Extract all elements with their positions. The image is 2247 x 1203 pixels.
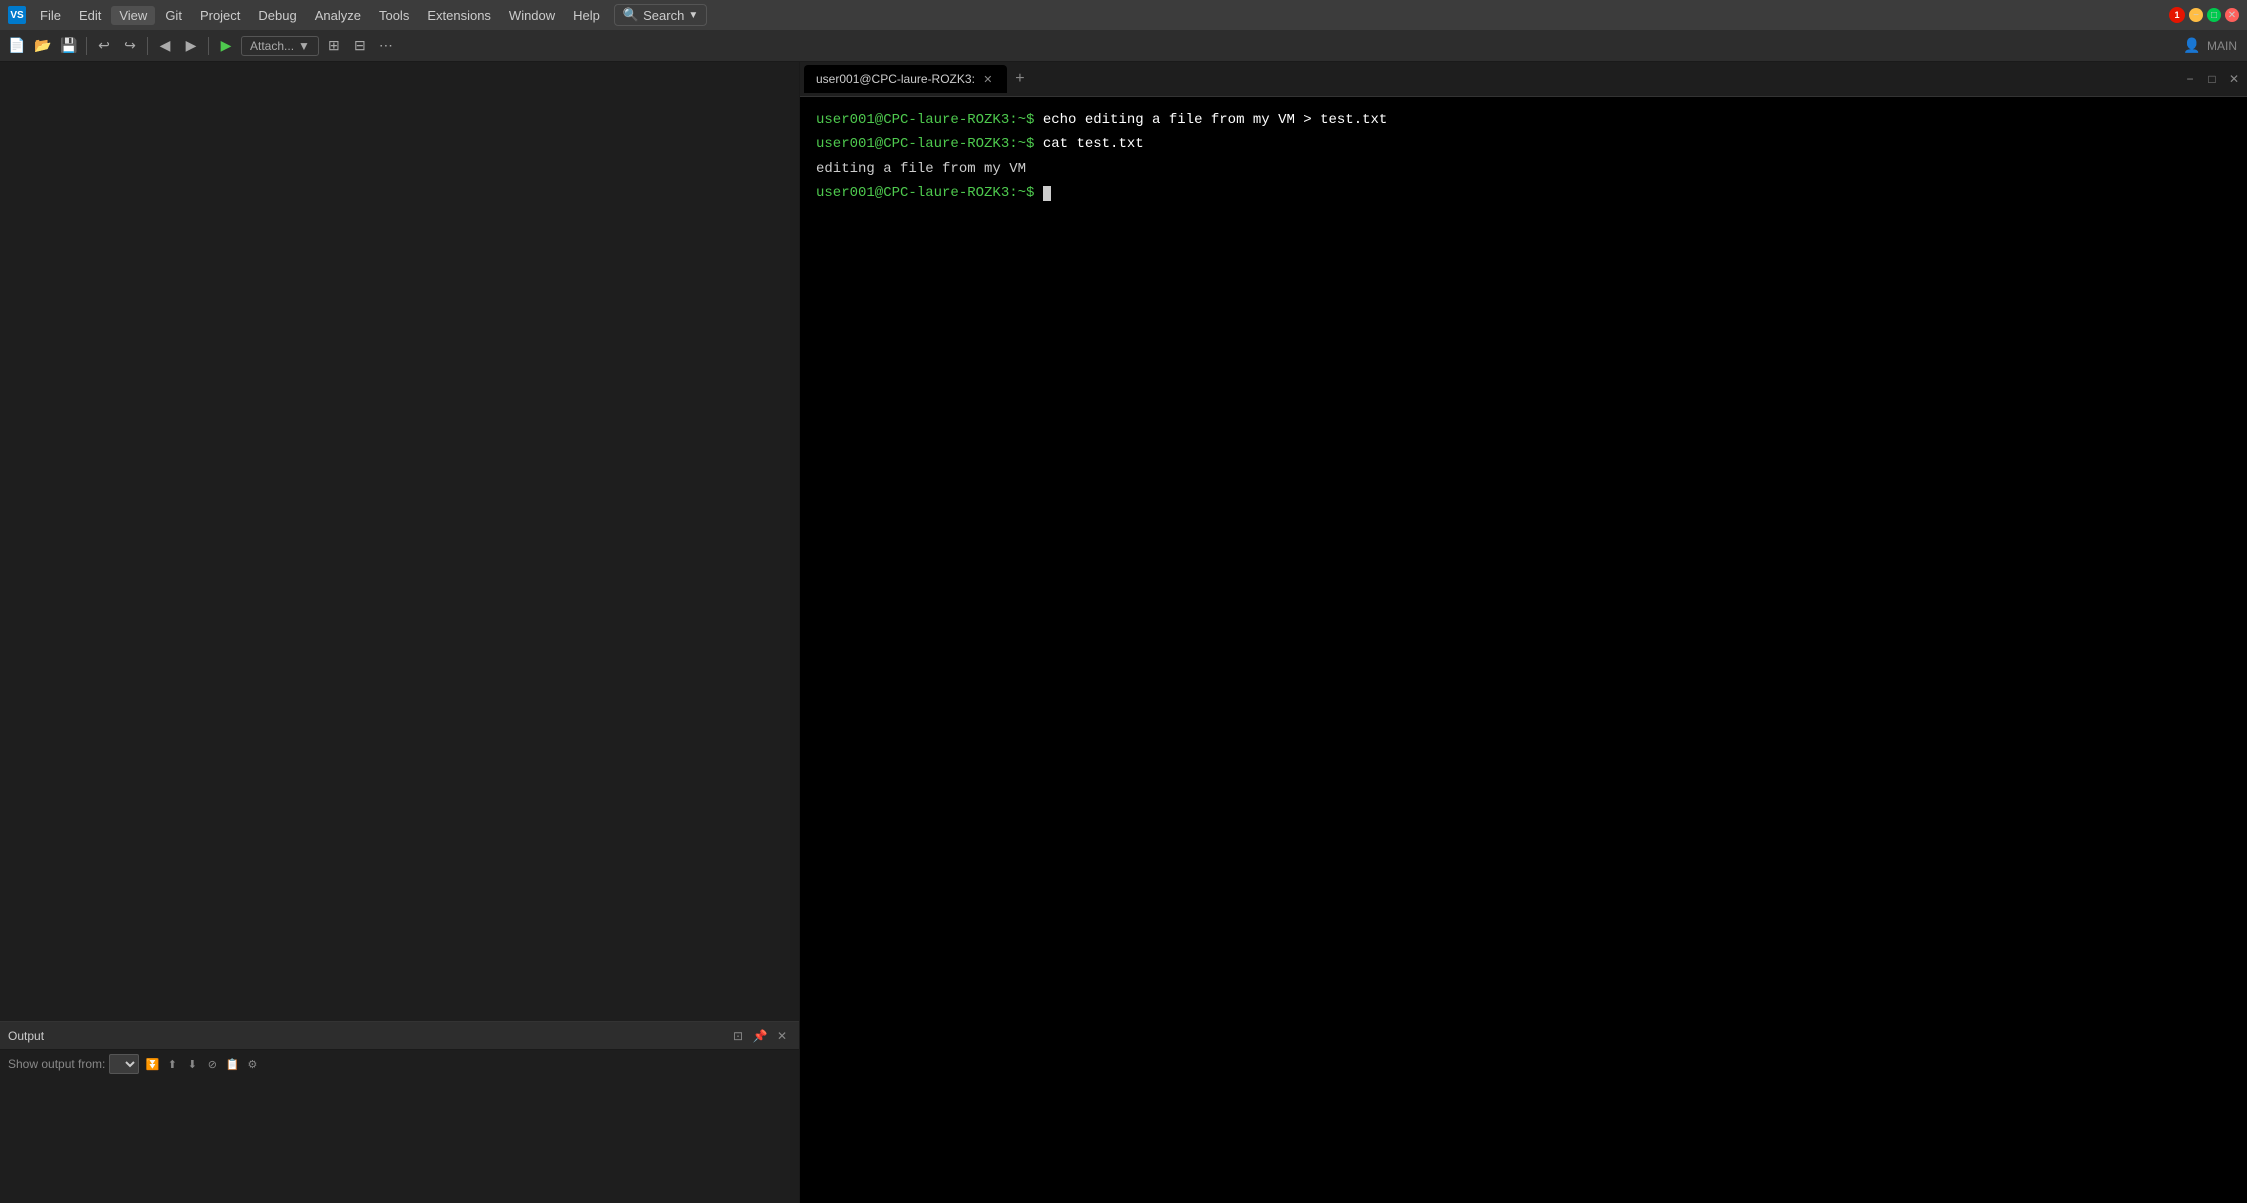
toolbar-sep-2	[147, 37, 148, 55]
notification-badge: 1	[2169, 7, 2185, 23]
terminal-command-1: echo editing a file from my VM > test.tx…	[1043, 112, 1387, 128]
terminal-restore-btn[interactable]: □	[2203, 70, 2221, 88]
show-output-from-label: Show output from:	[8, 1057, 105, 1071]
terminal-line-4: user001@CPC-laure-ROZK3:~$	[816, 182, 2231, 204]
output-float-btn[interactable]: ⊡	[729, 1027, 747, 1045]
toolbar-redo-btn[interactable]: ↪	[119, 35, 141, 57]
title-bar-left: VS File Edit View Git Project Debug Anal…	[8, 4, 707, 26]
toolbar: 📄 📂 💾 ↩ ↪ ◀ ▶ ▶ Attach... ▼ ⊞ ⊟ ⋯ 👤 MAIN	[0, 30, 2247, 62]
terminal-tab[interactable]: user001@CPC-laure-ROZK3: ✕	[804, 65, 1007, 93]
ide-panel: Output ⊡ 📌 ✕ Show output from: ⏬ ⬆ ⬇ ⊘ 📋	[0, 62, 800, 1203]
terminal-line-2: user001@CPC-laure-ROZK3:~$ cat test.txt	[816, 133, 2231, 155]
output-header: Output ⊡ 📌 ✕	[0, 1022, 799, 1050]
attach-label: Attach...	[250, 39, 294, 53]
toolbar-layout-btn[interactable]: ⊟	[349, 35, 371, 57]
ide-editor-area[interactable]	[0, 62, 799, 1021]
menu-debug[interactable]: Debug	[250, 6, 304, 25]
toolbar-undo-btn[interactable]: ↩	[93, 35, 115, 57]
menu-git[interactable]: Git	[157, 6, 190, 25]
output-scroll-end-btn[interactable]: ⏬	[143, 1055, 161, 1073]
toolbar-attach-btn[interactable]: Attach... ▼	[241, 36, 319, 56]
app-icon: VS	[8, 6, 26, 24]
output-title: Output	[8, 1029, 44, 1043]
terminal-prompt-4: user001@CPC-laure-ROZK3:~$	[816, 185, 1034, 201]
toolbar-user-icon[interactable]: 👤	[2181, 35, 2203, 57]
output-toolbar: ⊡ 📌 ✕	[729, 1027, 791, 1045]
search-label: Search	[643, 8, 684, 23]
toolbar-sep-3	[208, 37, 209, 55]
toolbar-sep-1	[86, 37, 87, 55]
search-dropdown-icon: ▼	[688, 10, 698, 21]
show-output-select[interactable]	[109, 1054, 139, 1074]
title-bar: VS File Edit View Git Project Debug Anal…	[0, 0, 2247, 30]
output-scroll-up-btn[interactable]: ⬆	[163, 1055, 181, 1073]
main-content: Output ⊡ 📌 ✕ Show output from: ⏬ ⬆ ⬇ ⊘ 📋	[0, 62, 2247, 1203]
window-minimize-btn[interactable]: −	[2189, 8, 2203, 22]
terminal-tab-label: user001@CPC-laure-ROZK3:	[816, 72, 975, 86]
terminal-tab-close-btn[interactable]: ✕	[981, 72, 995, 86]
terminal-close-btn[interactable]: ✕	[2225, 70, 2243, 88]
terminal-prompt-1: user001@CPC-laure-ROZK3:~$	[816, 112, 1034, 128]
terminal-tab-add-btn[interactable]: +	[1009, 68, 1031, 90]
toolbar-more-btn[interactable]: ⋯	[375, 35, 397, 57]
title-bar-right: 1 − □ ✕	[2169, 7, 2239, 23]
search-bar[interactable]: 🔍 Search ▼	[614, 4, 707, 26]
output-pin-btn[interactable]: 📌	[751, 1027, 769, 1045]
output-toolbar-inline: ⏬ ⬆ ⬇ ⊘ 📋 ⚙	[143, 1055, 261, 1073]
terminal-line-1: user001@CPC-laure-ROZK3:~$ echo editing …	[816, 109, 2231, 131]
toolbar-back-btn[interactable]: ◀	[154, 35, 176, 57]
output-content	[0, 1078, 799, 1203]
attach-dropdown-icon: ▼	[298, 39, 310, 53]
toolbar-save-btn[interactable]: 💾	[58, 35, 80, 57]
output-settings-btn[interactable]: ⚙	[243, 1055, 261, 1073]
window-close-btn[interactable]: ✕	[2225, 8, 2239, 22]
output-panel: Output ⊡ 📌 ✕ Show output from: ⏬ ⬆ ⬇ ⊘ 📋	[0, 1021, 799, 1203]
menu-edit[interactable]: Edit	[71, 6, 109, 25]
menu-analyze[interactable]: Analyze	[307, 6, 369, 25]
menu-view[interactable]: View	[111, 6, 155, 25]
terminal-command-2: cat test.txt	[1043, 136, 1144, 152]
menu-tools[interactable]: Tools	[371, 6, 417, 25]
show-output-from: Show output from: ⏬ ⬆ ⬇ ⊘ 📋 ⚙	[0, 1050, 799, 1078]
menu-window[interactable]: Window	[501, 6, 563, 25]
terminal-output-3: editing a file from my VM	[816, 161, 1026, 177]
toolbar-grid-btn[interactable]: ⊞	[323, 35, 345, 57]
terminal-panel: user001@CPC-laure-ROZK3: ✕ + − □ ✕ user0…	[800, 62, 2247, 1203]
terminal-cursor	[1043, 186, 1051, 201]
toolbar-new-btn[interactable]: 📄	[6, 35, 28, 57]
output-copy-btn[interactable]: 📋	[223, 1055, 241, 1073]
menu-file[interactable]: File	[32, 6, 69, 25]
menu-help[interactable]: Help	[565, 6, 608, 25]
output-clear-btn[interactable]: ⊘	[203, 1055, 221, 1073]
menu-project[interactable]: Project	[192, 6, 248, 25]
terminal-minimize-btn[interactable]: −	[2181, 70, 2199, 88]
terminal-line-3: editing a file from my VM	[816, 158, 2231, 180]
toolbar-open-btn[interactable]: 📂	[32, 35, 54, 57]
output-close-btn[interactable]: ✕	[773, 1027, 791, 1045]
terminal-tab-bar: user001@CPC-laure-ROZK3: ✕ + − □ ✕	[800, 62, 2247, 97]
search-icon: 🔍	[623, 7, 639, 23]
main-label: MAIN	[2207, 39, 2237, 53]
terminal-prompt-2: user001@CPC-laure-ROZK3:~$	[816, 136, 1034, 152]
terminal-window-controls: − □ ✕	[2181, 70, 2243, 88]
output-scroll-down-btn[interactable]: ⬇	[183, 1055, 201, 1073]
toolbar-run-btn[interactable]: ▶	[215, 35, 237, 57]
menu-extensions[interactable]: Extensions	[419, 6, 499, 25]
toolbar-forward-btn[interactable]: ▶	[180, 35, 202, 57]
menu-bar: File Edit View Git Project Debug Analyze…	[32, 6, 608, 25]
terminal-content[interactable]: user001@CPC-laure-ROZK3:~$ echo editing …	[800, 97, 2247, 1203]
window-maximize-btn[interactable]: □	[2207, 8, 2221, 22]
